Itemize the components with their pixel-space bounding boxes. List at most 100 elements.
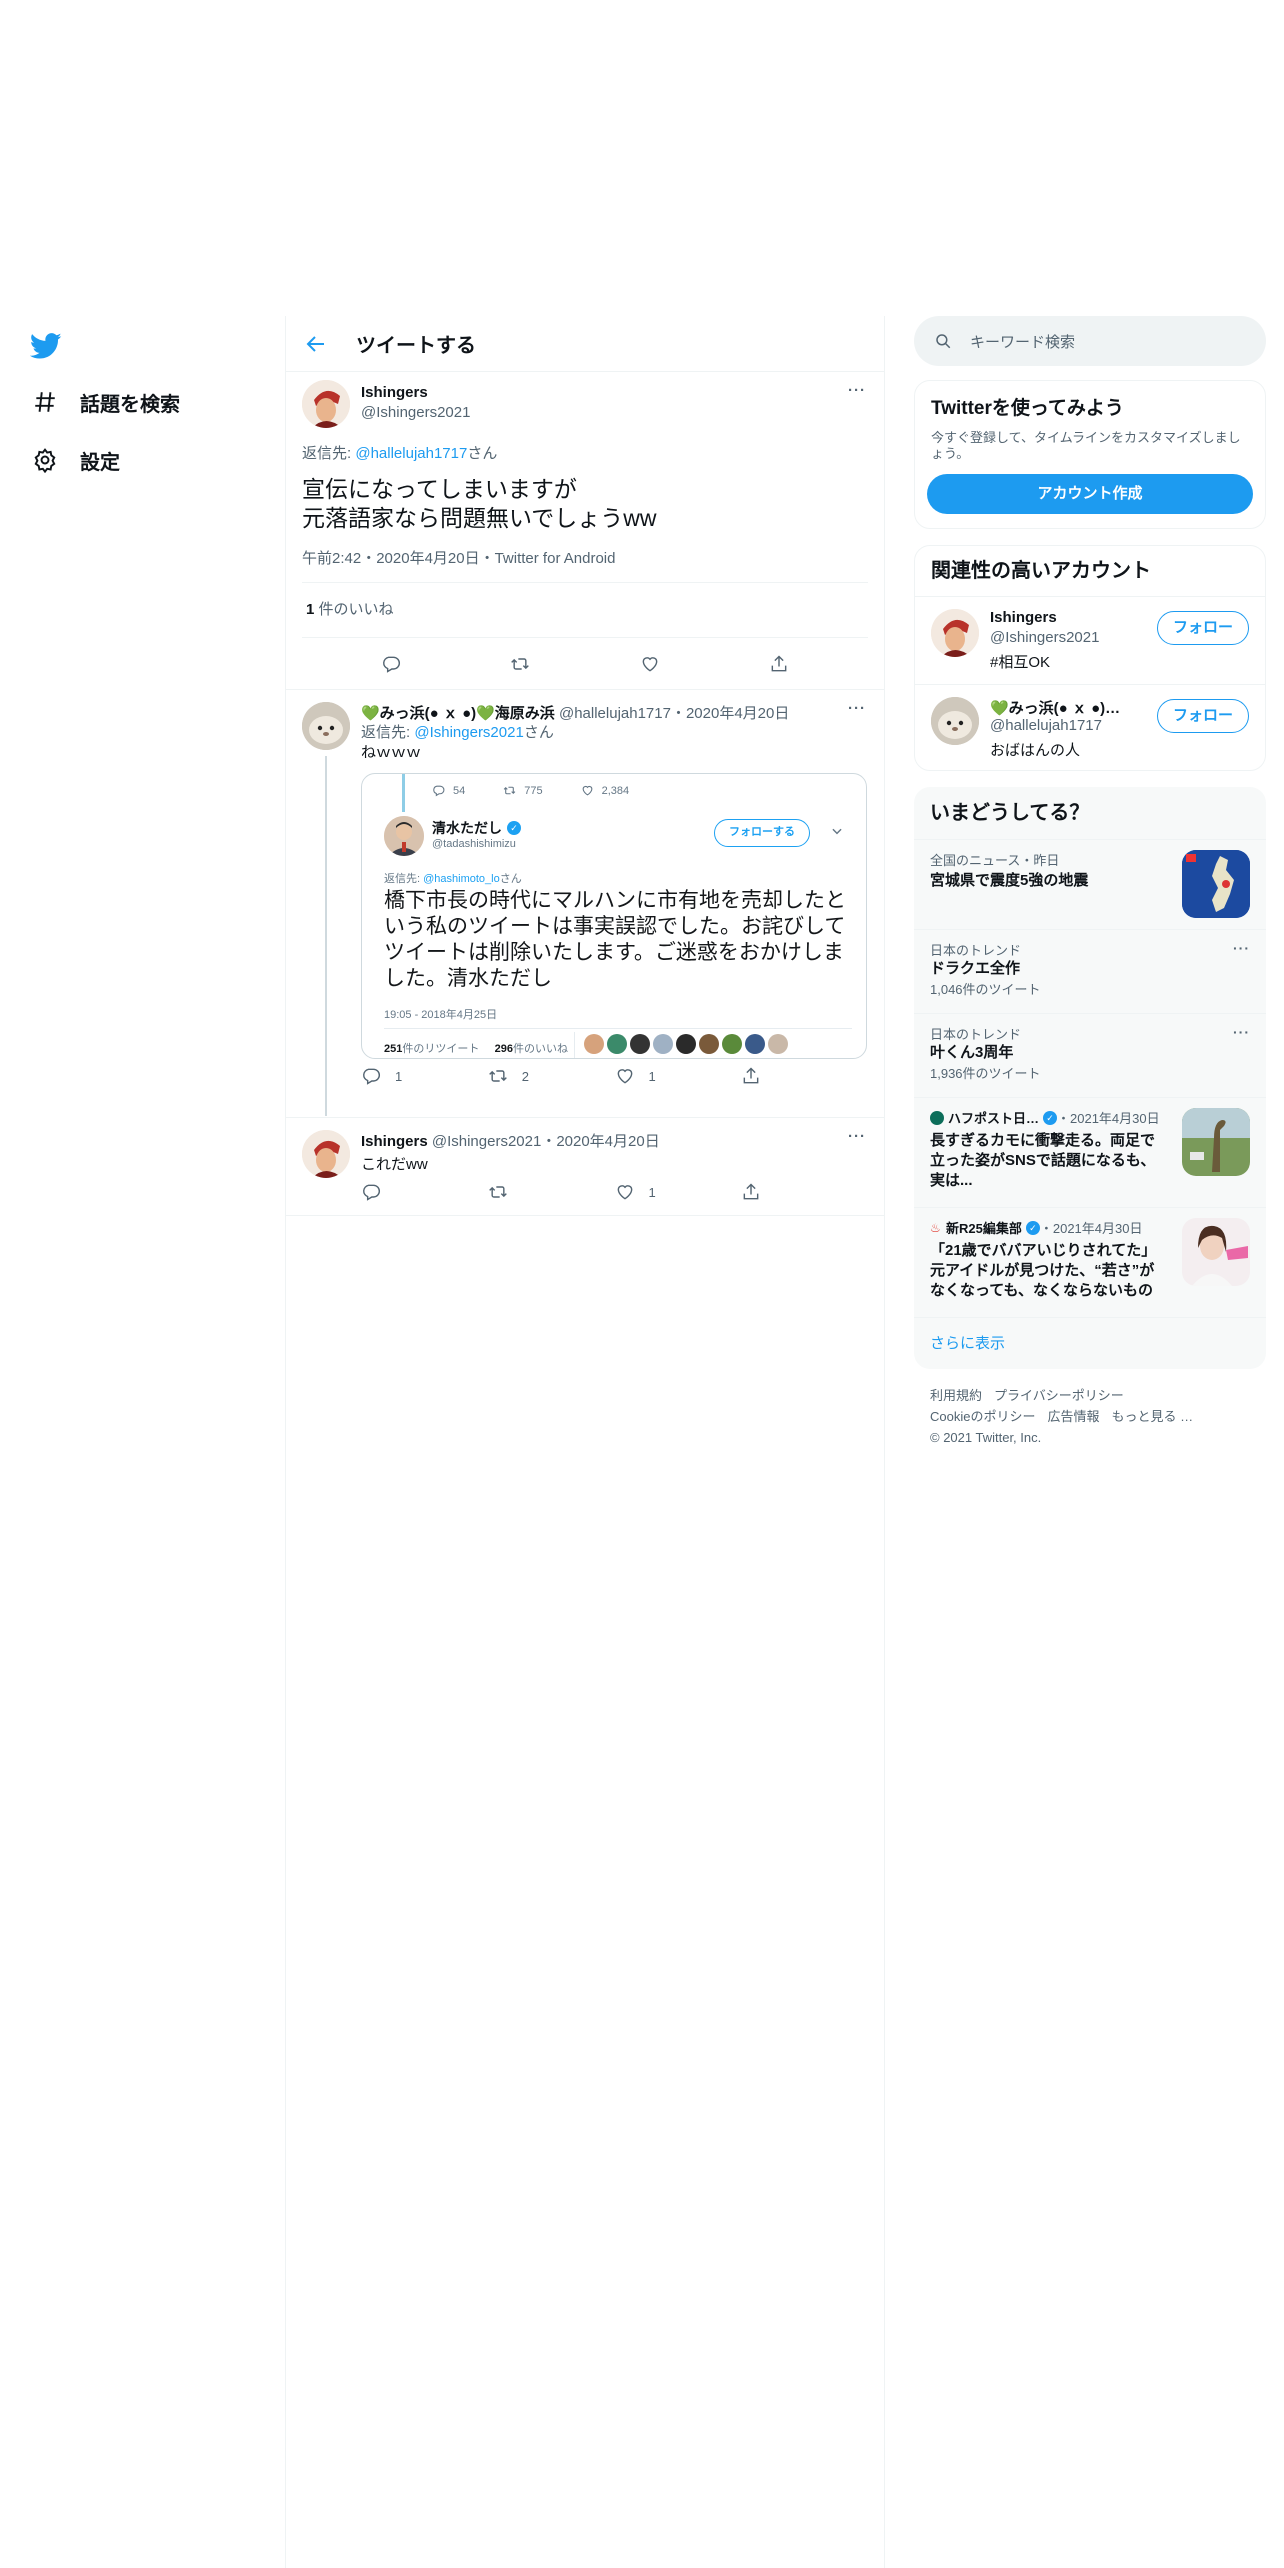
avatar[interactable] xyxy=(302,380,350,428)
trend-meta: ♨ 新R25編集部 ✓ ・2021年4月30日 xyxy=(930,1218,1166,1237)
show-more-link[interactable]: さらに表示 xyxy=(914,1317,1266,1369)
like-count: 1 xyxy=(648,1068,656,1084)
account-row[interactable]: Ishingers @Ishingers2021 #相互OK フォロー xyxy=(915,596,1265,684)
likes-count[interactable]: 1 件のいいね xyxy=(306,583,884,637)
avatar[interactable] xyxy=(302,702,350,750)
like-action[interactable]: 1 xyxy=(615,1182,742,1202)
nav-explore[interactable]: 話題を検索 xyxy=(32,382,180,422)
account-row[interactable]: 💚みっ浜(● ｘ ●)💚… @hallelujah1717 おばはんの人 フォロ… xyxy=(915,684,1265,770)
more-options-icon[interactable]: ··· xyxy=(848,700,866,717)
embed-author-handle: @tadashishimizu xyxy=(432,838,516,850)
signup-description: 今すぐ登録して、タイムラインをカスタマイズしましょう。 xyxy=(931,430,1241,461)
share-icon xyxy=(743,1183,759,1200)
trend-date: ・2021年4月30日 xyxy=(1057,1111,1160,1126)
embed-divider xyxy=(384,1028,852,1029)
footer: 利用規約 プライバシーポリシー Cookieのポリシー 広告情報 もっと見る … © … xyxy=(914,1385,1266,1448)
embed-divider-vertical xyxy=(574,1032,575,1058)
follow-button[interactable]: フォロー xyxy=(1157,699,1249,733)
trend-item[interactable]: ♨ 新R25編集部 ✓ ・2021年4月30日 「21歳でババアいじりされてた」… xyxy=(914,1207,1266,1317)
author-handle-time[interactable]: @Ishingers2021・2020年4月20日 xyxy=(428,1133,660,1150)
reply-to-handle[interactable]: @hallelujah1717 xyxy=(355,445,467,462)
more-options-icon[interactable]: ··· xyxy=(848,1128,866,1145)
like-icon[interactable] xyxy=(640,654,660,674)
reply-to-suffix: さん xyxy=(467,445,498,462)
tweet-actions xyxy=(286,638,884,690)
nav-explore-label: 話題を検索 xyxy=(80,393,180,416)
reply-tweet-body: Ishingers @Ishingers2021・2020年4月20日 ··· … xyxy=(361,1118,884,1209)
trend-title: 叶くん3周年 xyxy=(930,1044,1014,1061)
retweet-icon xyxy=(488,1186,507,1198)
nav-settings[interactable]: 設定 xyxy=(32,440,120,480)
create-account-button[interactable]: アカウント作成 xyxy=(927,474,1253,514)
account-name[interactable]: 💚みっ浜(● ｘ ●)💚… xyxy=(990,697,1130,718)
reply-icon[interactable] xyxy=(381,654,401,674)
footer-link-ads[interactable]: 広告情報 xyxy=(1047,1409,1099,1424)
reply-action[interactable] xyxy=(361,1182,488,1202)
reply-tweet[interactable]: 💚みっ浜(● ｘ ●)💚海原み浜 @hallelujah1717・2020年4月… xyxy=(286,690,884,1118)
footer-link-terms[interactable]: 利用規約 xyxy=(930,1388,982,1403)
follow-button[interactable]: フォロー xyxy=(1157,611,1249,645)
signup-title: Twitterを使ってみよう xyxy=(931,398,1124,419)
footer-link-more[interactable]: もっと見る … xyxy=(1111,1409,1193,1424)
verified-badge-icon: ✓ xyxy=(1043,1110,1058,1125)
trend-title: 「21歳でババアいじりされてた」元アイドルが見つけた、“若さ”がなくなっても、な… xyxy=(930,1242,1157,1299)
reply-tweet[interactable]: Ishingers @Ishingers2021・2020年4月20日 ··· … xyxy=(286,1118,884,1216)
author-name[interactable]: 💚みっ浜(● ｘ ●)💚海原み浜 xyxy=(361,705,555,722)
embed-like-count: 2,384 xyxy=(581,784,629,797)
author-name[interactable]: Ishingers xyxy=(361,384,428,401)
author-handle-time[interactable]: @hallelujah1717・2020年4月20日 xyxy=(555,705,789,722)
footer-copyright: © 2021 Twitter, Inc. xyxy=(930,1430,1042,1445)
main-header: ツイートする xyxy=(286,316,884,372)
account-name[interactable]: Ishingers xyxy=(990,609,1130,626)
embed-author-name: 清水ただし ✓ xyxy=(432,818,521,838)
tweet-timestamp[interactable]: 午前2:42・2020年4月20日・Twitter for Android xyxy=(302,547,884,582)
retweet-action[interactable]: 2 xyxy=(488,1066,615,1086)
share-action[interactable] xyxy=(741,1182,868,1202)
author-name[interactable]: Ishingers xyxy=(361,1133,428,1150)
like-count: 1 xyxy=(648,1184,656,1200)
focus-tweet: Ishingers @Ishingers2021 ··· 返信先: @halle… xyxy=(286,372,884,690)
footer-link-privacy[interactable]: プライバシーポリシー xyxy=(994,1388,1124,1403)
thread-line xyxy=(325,756,327,1116)
signup-card: Twitterを使ってみよう 今すぐ登録して、タイムラインをカスタマイズしましょ… xyxy=(914,380,1266,529)
search-input[interactable]: キーワード検索 xyxy=(970,331,1075,352)
avatar[interactable] xyxy=(302,1130,350,1178)
avatar[interactable] xyxy=(931,697,979,745)
trend-item[interactable]: 全国のニュース・昨日 宮城県で震度5強の地震 xyxy=(914,839,1266,929)
more-options-icon[interactable]: ··· xyxy=(848,382,866,399)
tweet-text-line2: 元落語家なら問題無いでしょうww xyxy=(302,505,657,531)
more-options-icon[interactable]: ··· xyxy=(1233,1024,1250,1040)
trend-item[interactable]: ハフポスト日… ✓ ・2021年4月30日 長すぎるカモに衝撃走る。両足で立った… xyxy=(914,1097,1266,1207)
search-box[interactable]: キーワード検索 xyxy=(914,316,1266,366)
reply-tweet-body: 💚みっ浜(● ｘ ●)💚海原み浜 @hallelujah1717・2020年4月… xyxy=(361,690,884,1093)
trend-source: 新R25編集部 xyxy=(946,1221,1022,1236)
account-handle[interactable]: @hallelujah1717 xyxy=(990,717,1102,734)
trend-item[interactable]: 日本のトレンド ドラクエ全作 1,046件のツイート ··· xyxy=(914,929,1266,1013)
account-handle[interactable]: @Ishingers2021 xyxy=(990,629,1099,646)
reply-to-prefix: 返信先: xyxy=(302,445,356,462)
like-action[interactable]: 1 xyxy=(615,1066,742,1086)
back-arrow-icon[interactable] xyxy=(304,332,328,356)
tweet-header: 💚みっ浜(● ｘ ●)💚海原み浜 @hallelujah1717・2020年4月… xyxy=(361,690,868,723)
page-title: ツイートする xyxy=(356,335,476,357)
retweet-action[interactable] xyxy=(488,1182,615,1202)
like-icon xyxy=(617,1185,632,1200)
trend-item[interactable]: 日本のトレンド 叶くん3周年 1,936件のツイート ··· xyxy=(914,1013,1266,1097)
reply-action[interactable]: 1 xyxy=(361,1066,488,1086)
reply-to-handle[interactable]: @Ishingers2021 xyxy=(414,724,523,741)
tweet-text: 宣伝になってしまいますが 元落語家なら問題無いでしょうww xyxy=(302,475,884,533)
attached-image[interactable]: 54 775 2,384 清水ただし ✓ @tadashishimizu フォロー… xyxy=(361,773,867,1059)
share-icon[interactable] xyxy=(769,654,789,674)
embed-top-actions: 54 775 2,384 xyxy=(432,784,667,797)
share-action[interactable] xyxy=(741,1066,868,1086)
twitter-logo-icon[interactable] xyxy=(29,330,62,362)
account-bio[interactable]: #相互OK xyxy=(990,651,1050,672)
avatar[interactable] xyxy=(931,609,979,657)
author-handle[interactable]: @Ishingers2021 xyxy=(361,404,470,421)
reply-icon xyxy=(363,1068,381,1085)
more-options-icon[interactable]: ··· xyxy=(1233,940,1250,956)
embed-avatar xyxy=(384,816,424,856)
embed-retweet-count: 775 xyxy=(503,784,543,797)
retweet-icon[interactable] xyxy=(510,654,530,674)
footer-link-cookies[interactable]: Cookieのポリシー xyxy=(930,1409,1035,1424)
